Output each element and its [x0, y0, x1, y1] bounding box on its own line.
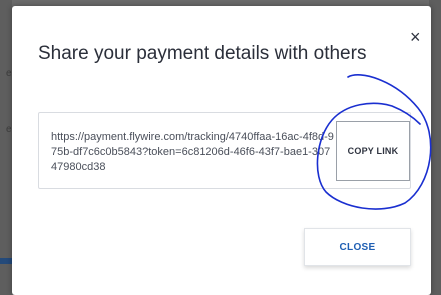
background-fragment-blue: [0, 258, 12, 264]
background-fragment: e: [6, 68, 12, 79]
copy-link-button[interactable]: COPY LINK: [336, 121, 410, 181]
share-link-url: https://payment.flywire.com/tracking/474…: [51, 131, 334, 173]
share-link-box: https://payment.flywire.com/tracking/474…: [38, 112, 411, 189]
close-icon[interactable]: ×: [410, 28, 421, 46]
close-button[interactable]: CLOSE: [304, 228, 411, 266]
share-payment-modal: × Share your payment details with others…: [12, 6, 431, 295]
background-fragment: e: [6, 124, 12, 135]
background-overlay-left: [0, 0, 12, 295]
modal-title: Share your payment details with others: [38, 43, 367, 64]
